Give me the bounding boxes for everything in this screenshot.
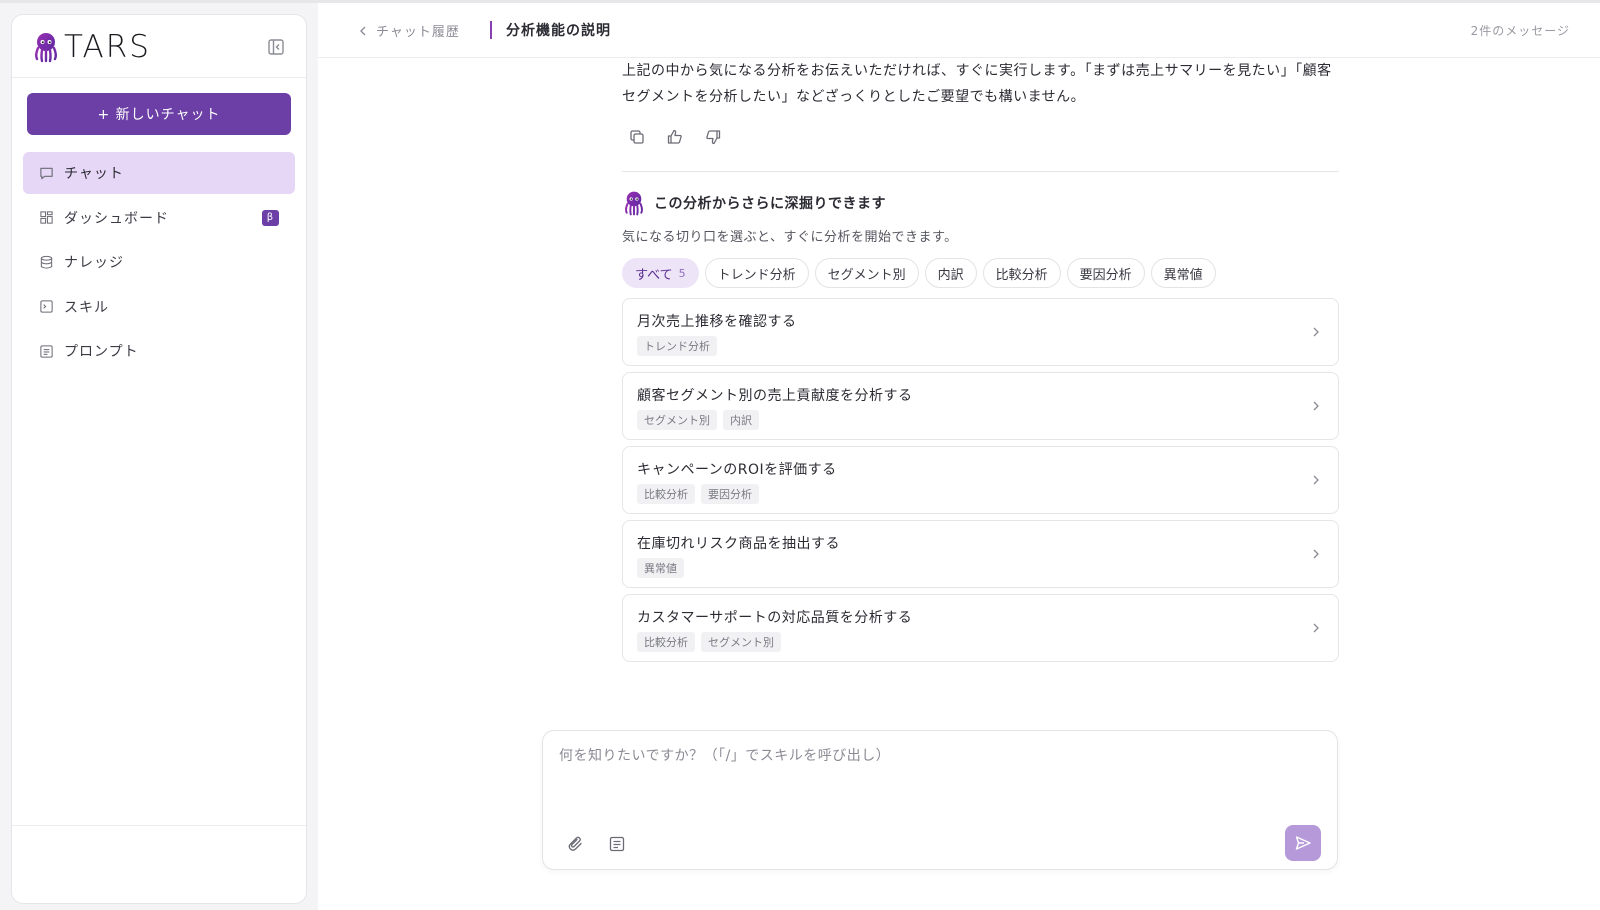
brand-logo[interactable]: TARS <box>32 27 151 67</box>
send-icon <box>1295 836 1311 850</box>
chat-history-back-link[interactable]: チャット履歴 <box>358 21 460 40</box>
suggestion-card-title: 月次売上推移を確認する <box>637 314 797 330</box>
beta-badge: β <box>262 209 279 226</box>
chevron-left-icon <box>360 26 366 35</box>
sidebar-item-label: ダッシュボード <box>64 210 169 227</box>
sidebar-collapse-icon[interactable] <box>266 37 286 57</box>
new-chat-button[interactable]: + 新しいチャット <box>27 93 291 135</box>
sidebar-item-label: チャット <box>64 166 124 182</box>
thumbs-down-icon[interactable] <box>704 128 722 146</box>
suggestion-card-title: 顧客セグメント別の売上貢献度を分析する <box>637 388 913 404</box>
octopus-logo-icon <box>35 33 57 63</box>
suggestion-card-tags: 比較分析 要因分析 <box>637 484 759 504</box>
prompt-template-icon[interactable] <box>608 835 626 853</box>
back-link-label: チャット履歴 <box>376 25 460 40</box>
filter-chip-trend[interactable]: トレンド分析 <box>704 258 809 288</box>
filter-chip-label: すべて <box>635 267 673 283</box>
message-actions <box>628 128 722 146</box>
sidebar-bottom-divider <box>12 825 306 826</box>
tag: トレンド分析 <box>637 336 717 356</box>
filter-chip-comparison[interactable]: 比較分析 <box>982 258 1061 288</box>
message-count: 2件のメッセージ <box>1470 24 1570 38</box>
suggestion-cards: 月次売上推移を確認する トレンド分析 顧客セグメント別の売上貢献度を分析する セ… <box>622 298 1339 668</box>
filter-chip-factor[interactable]: 要因分析 <box>1066 258 1145 288</box>
brand-name: TARS <box>64 29 151 65</box>
suggestion-card-title: カスタマーサポートの対応品質を分析する <box>637 610 913 626</box>
octopus-avatar-icon <box>625 191 643 216</box>
sidebar-item-label: スキル <box>64 299 109 316</box>
send-button[interactable] <box>1285 825 1321 861</box>
sidebar-item-chat[interactable]: チャット <box>23 152 295 194</box>
chevron-right-icon <box>1313 549 1319 559</box>
chevron-right-icon <box>1313 401 1319 411</box>
filter-chip-count: 5 <box>678 266 686 280</box>
document-lines-icon <box>40 344 53 358</box>
sidebar: TARS + 新しいチャット チャット ダッシュボード β ナレッジ スキル プ… <box>11 14 307 904</box>
sidebar-nav: チャット ダッシュボード β ナレッジ スキル プロンプト <box>23 152 295 375</box>
filter-chip-breakdown[interactable]: 内訳 <box>924 258 977 288</box>
suggestions-subtitle: 気になる切り口を選ぶと、すぐに分析を開始できます。 <box>622 230 958 245</box>
chevron-right-icon <box>1313 623 1319 633</box>
suggestion-card[interactable]: 在庫切れリスク商品を抽出する 異常値 <box>622 520 1339 588</box>
title-accent-bar <box>490 21 492 39</box>
suggestions-header: この分析からさらに深掘りできます <box>622 190 886 216</box>
tag: セグメント別 <box>701 632 781 652</box>
suggestion-card[interactable]: 月次売上推移を確認する トレンド分析 <box>622 298 1339 366</box>
suggestion-card-tags: 比較分析 セグメント別 <box>637 632 781 652</box>
chat-main: 上記の中から気になる分析をお伝えいただければ、すぐに実行します。「まずは売上サマ… <box>318 58 1600 910</box>
chat-header: チャット履歴 分析機能の説明 2件のメッセージ <box>318 3 1600 58</box>
sidebar-item-label: プロンプト <box>64 344 139 360</box>
dashboard-grid-icon <box>40 211 53 224</box>
sidebar-item-knowledge[interactable]: ナレッジ <box>23 241 295 283</box>
filter-chip-segment[interactable]: セグメント別 <box>814 258 919 288</box>
message-divider <box>622 171 1339 172</box>
suggestion-card-tags: 異常値 <box>637 558 684 578</box>
database-icon <box>40 255 53 269</box>
message-composer <box>542 730 1338 870</box>
thumbs-up-icon[interactable] <box>666 128 684 146</box>
tag: 異常値 <box>637 558 684 578</box>
terminal-icon <box>40 300 53 313</box>
sidebar-item-skills[interactable]: スキル <box>23 286 295 328</box>
sidebar-item-prompts[interactable]: プロンプト <box>23 330 295 372</box>
sidebar-item-dashboard[interactable]: ダッシュボード β <box>23 197 295 239</box>
sidebar-item-label: ナレッジ <box>64 255 124 271</box>
copy-icon[interactable] <box>628 128 646 146</box>
chevron-right-icon <box>1313 475 1319 485</box>
suggestion-card-tags: セグメント別 内訳 <box>637 410 759 430</box>
suggestion-card-title: 在庫切れリスク商品を抽出する <box>637 536 840 552</box>
tag: 比較分析 <box>637 484 695 504</box>
suggestions-title: この分析からさらに深掘りできます <box>654 196 886 212</box>
tag: 要因分析 <box>701 484 759 504</box>
suggestion-card[interactable]: 顧客セグメント別の売上貢献度を分析する セグメント別 内訳 <box>622 372 1339 440</box>
filter-chip-all[interactable]: すべて 5 <box>622 258 699 288</box>
tag: セグメント別 <box>637 410 717 430</box>
tag: 比較分析 <box>637 632 695 652</box>
page-title: 分析機能の説明 <box>506 23 611 39</box>
assistant-message-text: 上記の中から気になる分析をお伝えいただければ、すぐに実行します。「まずは売上サマ… <box>622 63 1332 105</box>
chat-input[interactable] <box>559 745 1319 805</box>
suggestion-card[interactable]: カスタマーサポートの対応品質を分析する 比較分析 セグメント別 <box>622 594 1339 662</box>
tag: 内訳 <box>723 410 759 430</box>
filter-chips: すべて 5 トレンド分析 セグメント別 内訳 比較分析 要因分析 異常値 <box>622 258 1216 288</box>
suggestion-card[interactable]: キャンペーンのROIを評価する 比較分析 要因分析 <box>622 446 1339 514</box>
chat-bubble-icon <box>40 167 53 179</box>
suggestion-card-tags: トレンド分析 <box>637 336 717 356</box>
paperclip-icon[interactable] <box>567 835 585 853</box>
filter-chip-anomaly[interactable]: 異常値 <box>1150 258 1216 288</box>
suggestion-card-title: キャンペーンのROIを評価する <box>637 462 837 478</box>
chevron-right-icon <box>1313 327 1319 337</box>
sidebar-divider <box>12 77 306 78</box>
